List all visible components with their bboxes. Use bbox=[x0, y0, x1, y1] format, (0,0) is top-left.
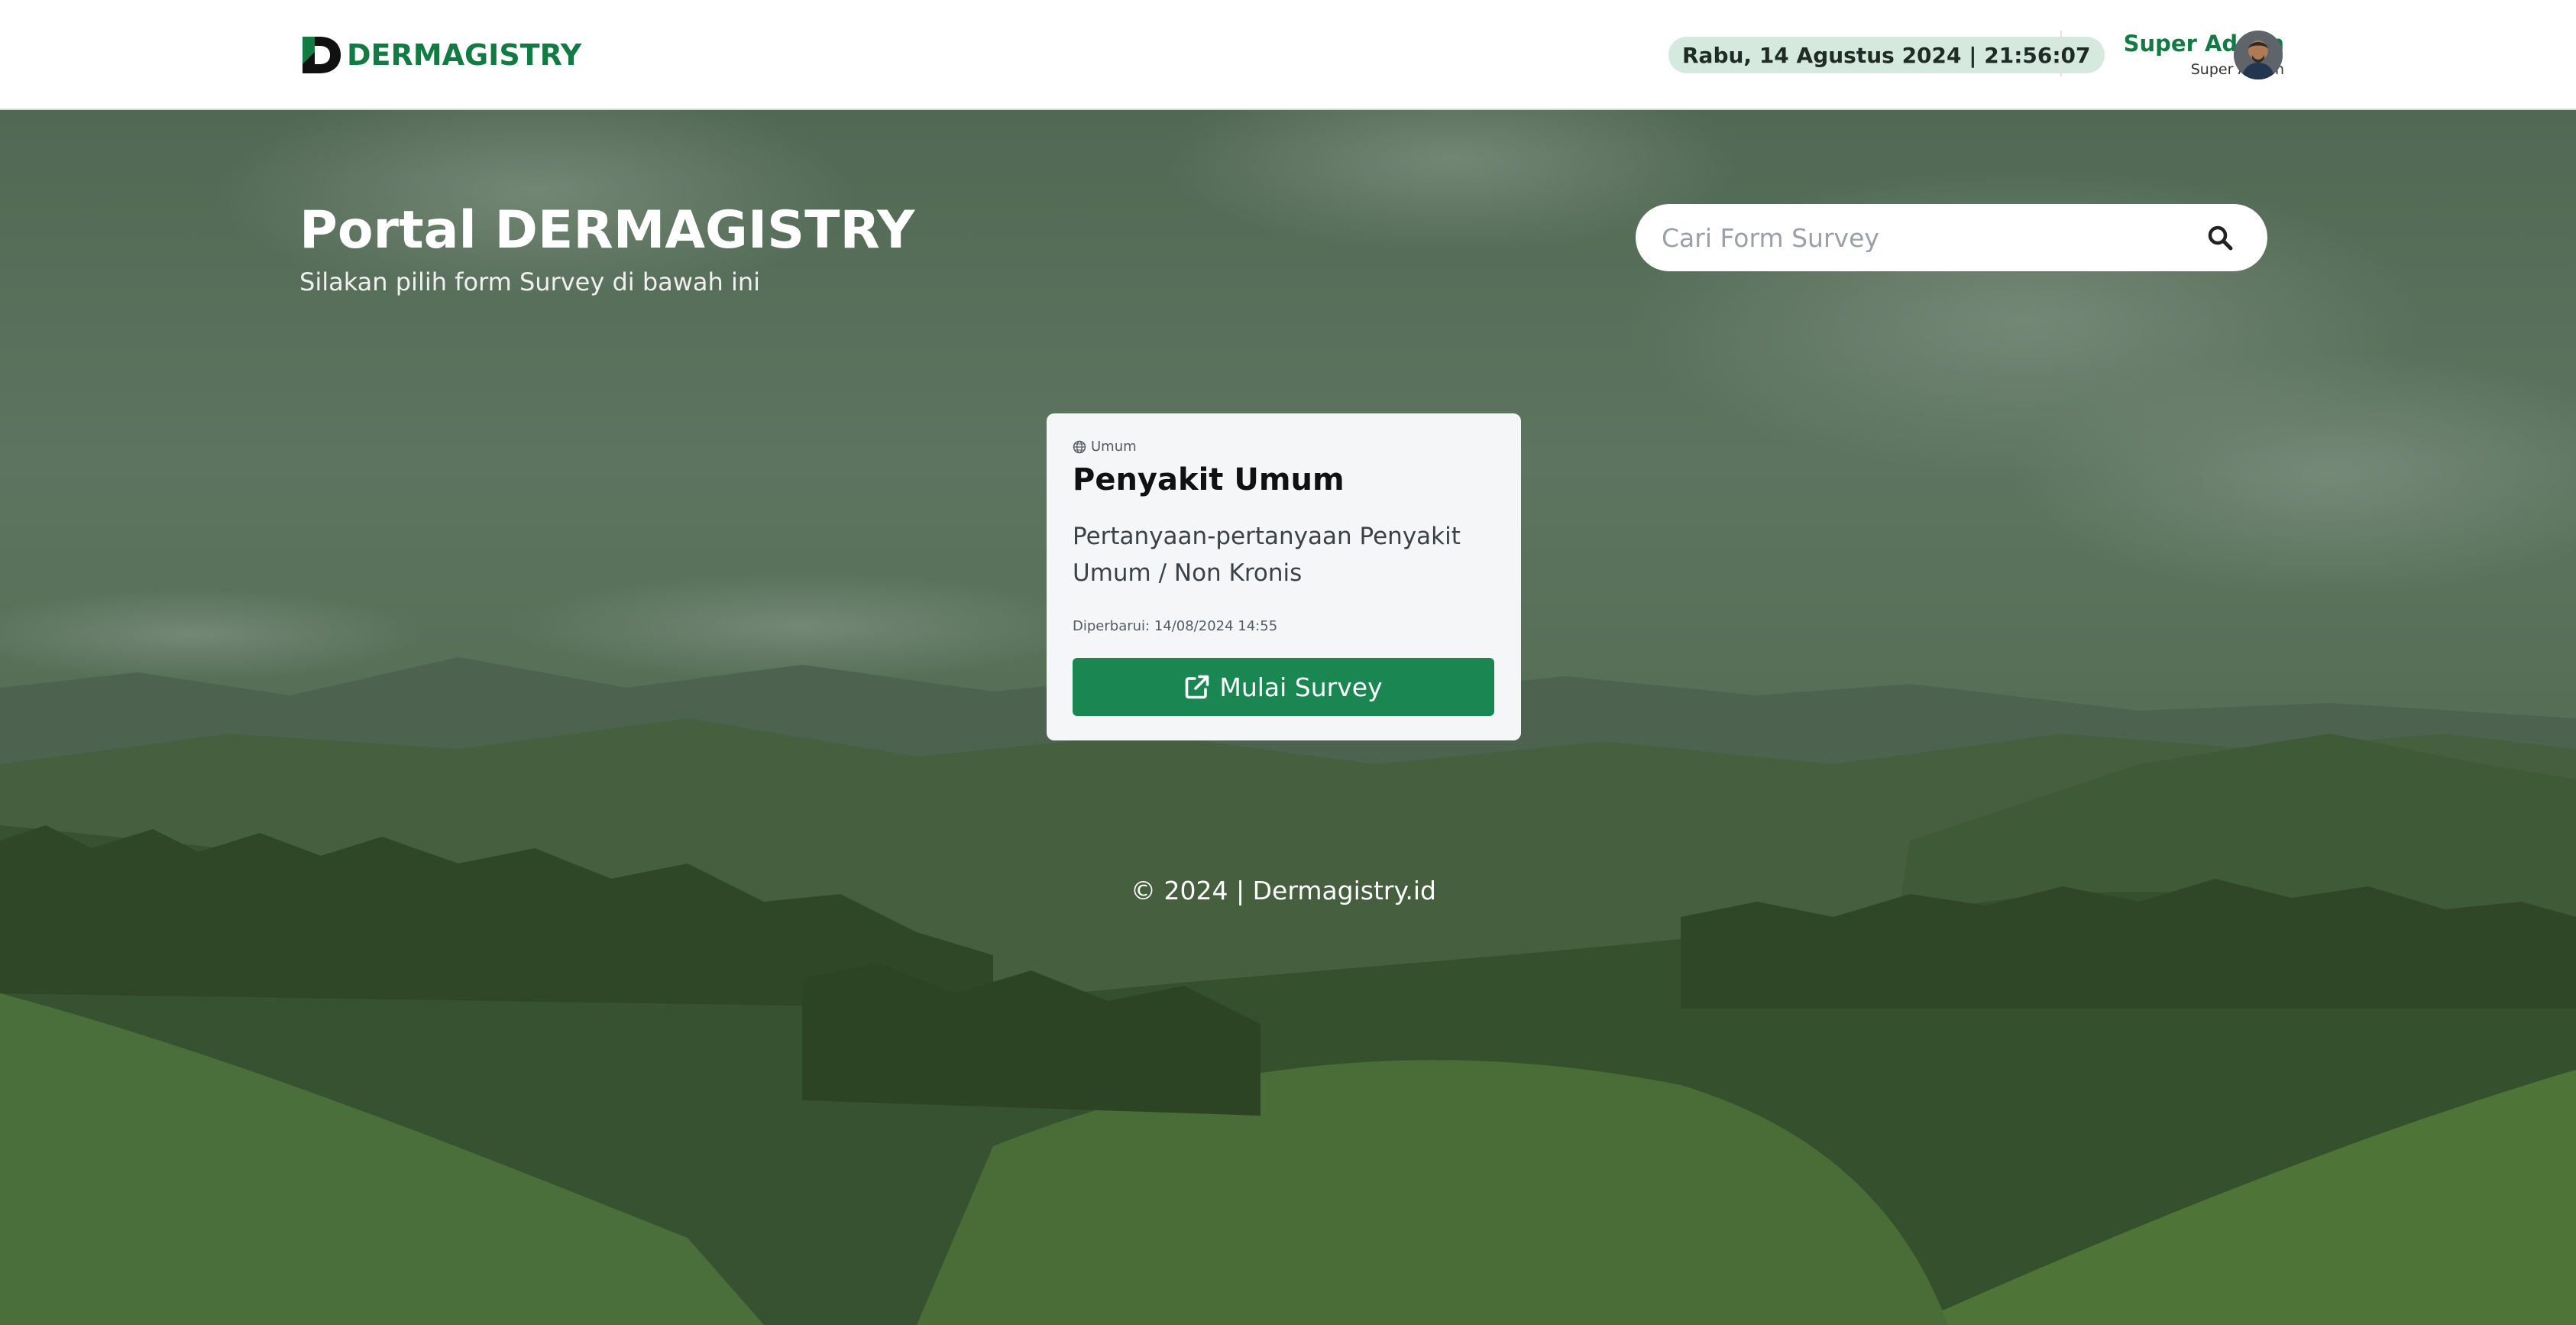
brand-logo[interactable]: DERMAGISTRY bbox=[301, 34, 581, 76]
nav-divider bbox=[2060, 31, 2062, 76]
datetime-badge: Rabu, 14 Agustus 2024 | 21:56:07 bbox=[1668, 37, 2105, 73]
footer-copyright: © 2024 | Dermagistry.id bbox=[1131, 876, 1436, 905]
page-title: Portal DERMAGISTRY bbox=[299, 200, 915, 261]
card-category-label: Umum bbox=[1091, 439, 1137, 455]
card-updated: Diperbarui: 14/08/2024 14:55 bbox=[1073, 618, 1278, 634]
survey-card: Umum Penyakit Umum Pertanyaan-pertanyaan… bbox=[1047, 413, 1521, 740]
card-title: Penyakit Umum bbox=[1073, 462, 1345, 497]
top-navbar: DERMAGISTRY Rabu, 14 Agustus 2024 | 21:5… bbox=[0, 0, 2576, 110]
avatar-image bbox=[2234, 31, 2283, 79]
avatar[interactable] bbox=[2234, 31, 2283, 79]
card-category: Umum bbox=[1073, 439, 1137, 455]
globe-icon bbox=[1073, 440, 1086, 453]
search-bar bbox=[1636, 204, 2267, 271]
external-link-icon bbox=[1186, 675, 1209, 699]
logo-d-icon bbox=[303, 37, 341, 73]
search-button[interactable] bbox=[2203, 221, 2237, 254]
card-description: Pertanyaan-pertanyaan Penyakit Umum / No… bbox=[1073, 523, 1461, 587]
start-survey-label: Mulai Survey bbox=[1219, 672, 1383, 702]
search-input[interactable] bbox=[1662, 204, 2181, 271]
brand-name: DERMAGISTRY bbox=[347, 38, 582, 72]
search-icon bbox=[2208, 225, 2233, 251]
page-subtitle: Silakan pilih form Survey di bawah ini bbox=[299, 267, 761, 296]
start-survey-button[interactable]: Mulai Survey bbox=[1073, 658, 1494, 716]
